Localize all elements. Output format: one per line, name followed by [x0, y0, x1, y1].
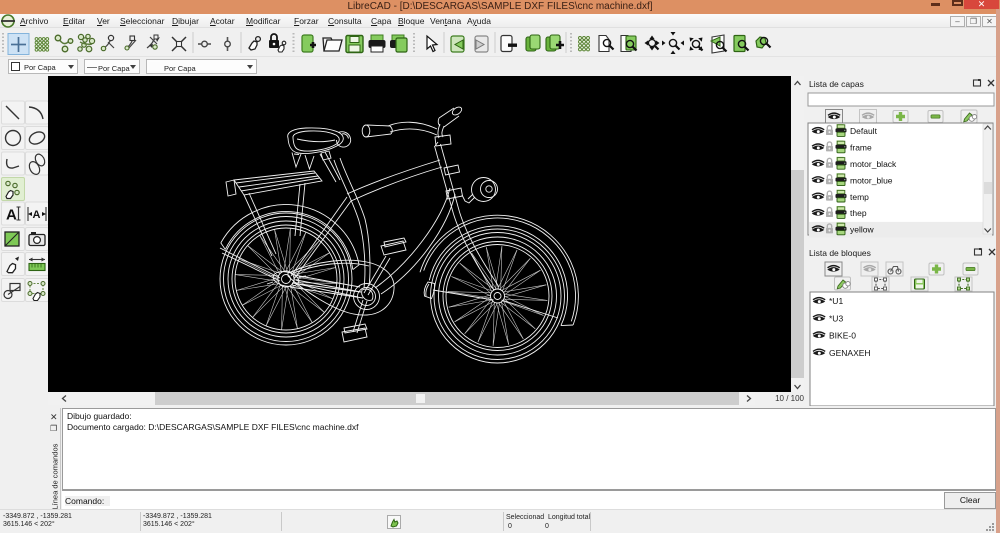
svg-text:A: A [33, 209, 41, 221]
svg-text:temp: temp [850, 192, 869, 202]
svg-text:motor_blue: motor_blue [850, 175, 893, 185]
svg-text:motor_black: motor_black [850, 159, 897, 169]
svg-text:*U1: *U1 [829, 296, 843, 306]
svg-text:A: A [6, 207, 17, 224]
svg-text:yellow: yellow [850, 225, 874, 235]
svg-text:thep: thep [850, 208, 867, 218]
svg-text:BIKE-0: BIKE-0 [829, 331, 856, 341]
svg-text:Lista de bloques: Lista de bloques [809, 248, 871, 258]
svg-text:Lista de capas: Lista de capas [809, 79, 864, 89]
svg-text:*U3: *U3 [829, 313, 843, 323]
svg-text:GENAXEH: GENAXEH [829, 348, 871, 358]
svg-text:Default: Default [850, 126, 878, 136]
svg-text:frame: frame [850, 143, 872, 153]
